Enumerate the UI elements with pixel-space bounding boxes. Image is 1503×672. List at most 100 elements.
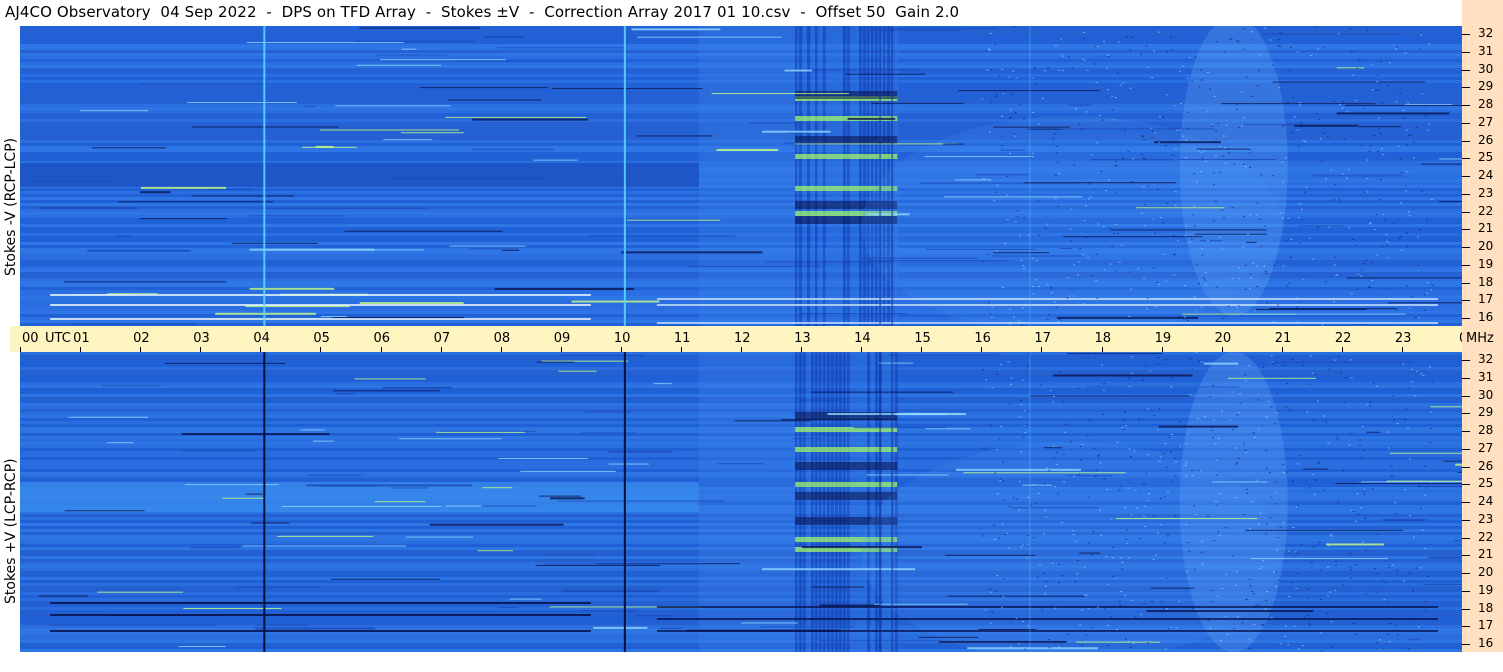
noise-speckle (1160, 601, 1163, 603)
noise-speckle (1109, 263, 1112, 265)
noise-speckle (1333, 199, 1336, 201)
noise-speckle (1103, 383, 1106, 385)
noise-speckle (1429, 411, 1432, 413)
noise-speckle (1292, 97, 1295, 99)
noise-speckle (1420, 34, 1423, 36)
noise-speckle (1141, 154, 1144, 156)
rfi-streak (887, 354, 999, 356)
noise-speckle (1330, 621, 1333, 623)
noise-speckle (1248, 578, 1251, 580)
noise-speckle (1349, 569, 1352, 571)
noise-speckle (1050, 286, 1053, 288)
noise-speckle (1354, 520, 1357, 522)
noise-speckle (1156, 188, 1159, 190)
noise-speckle (993, 524, 996, 526)
mhz-tick-mark (1462, 34, 1470, 35)
rfi-streak (39, 207, 138, 210)
noise-speckle (1215, 501, 1218, 503)
noise-speckle (1237, 305, 1240, 307)
noise-speckle (1421, 529, 1424, 531)
noise-speckle (1143, 602, 1146, 604)
noise-speckle (1122, 428, 1125, 430)
noise-speckle (1279, 212, 1282, 214)
noise-speckle (1016, 216, 1019, 218)
noise-speckle (1290, 132, 1293, 134)
noise-speckle (1236, 104, 1239, 106)
noise-speckle (1079, 445, 1082, 447)
utc-tick-label: 06 (373, 331, 391, 346)
noise-speckle (1233, 628, 1236, 630)
utc-tick-mark (1161, 347, 1163, 352)
noise-speckle (1207, 619, 1210, 621)
utc-tick-mark (320, 347, 322, 352)
noise-speckle (1310, 355, 1313, 357)
noise-speckle (1403, 489, 1406, 491)
mhz-tick-label: 22 (1478, 203, 1494, 218)
noise-speckle (1315, 26, 1318, 28)
noise-speckle (1086, 69, 1089, 71)
noise-speckle (1186, 77, 1189, 79)
noise-speckle (1142, 157, 1145, 159)
noise-speckle (1362, 262, 1365, 264)
rfi-streak (234, 586, 319, 588)
noise-speckle (1328, 226, 1331, 228)
noise-speckle (1195, 181, 1198, 183)
noise-speckle (1021, 544, 1024, 546)
noise-speckle (1307, 615, 1310, 617)
noise-speckle (1404, 575, 1407, 577)
rfi-streak (178, 646, 226, 648)
rfi-streak (1254, 308, 1367, 310)
noise-speckle (1183, 285, 1186, 287)
noise-speckle (1242, 48, 1245, 50)
noise-speckle (1127, 557, 1130, 559)
rfi-streak (1418, 486, 1462, 488)
noise-speckle (1002, 286, 1005, 288)
noise-speckle (1039, 564, 1042, 566)
noise-speckle (1320, 598, 1323, 600)
utc-tick-mark (861, 347, 863, 352)
noise-speckle (1115, 165, 1118, 167)
noise-speckle (1334, 565, 1337, 567)
rfi-streak (1146, 610, 1314, 613)
noise-speckle (1317, 48, 1320, 50)
noise-speckle (1115, 628, 1118, 630)
mhz-tick-label: 18 (1478, 600, 1494, 615)
noise-speckle (1224, 162, 1227, 164)
noise-speckle (1170, 386, 1173, 388)
noise-speckle (1387, 447, 1390, 449)
utc-tick-mark (200, 347, 202, 352)
noise-speckle (1001, 68, 1004, 70)
noise-speckle (1391, 223, 1394, 225)
noise-speckle (1196, 418, 1199, 420)
noise-speckle (1338, 355, 1341, 357)
noise-speckle (1186, 542, 1189, 544)
noise-speckle (1137, 268, 1140, 270)
noise-speckle (1164, 648, 1167, 650)
noise-speckle (1073, 264, 1076, 266)
mhz-tick-mark (1462, 573, 1470, 574)
rfi-streak (812, 586, 865, 588)
noise-speckle (1223, 51, 1226, 53)
noise-speckle (1035, 83, 1038, 85)
noise-speckle (1236, 40, 1239, 42)
rfi-streak (359, 302, 464, 305)
noise-speckle (1296, 51, 1299, 53)
noise-speckle (1286, 285, 1289, 287)
mhz-tick-mark (1462, 537, 1470, 539)
noise-speckle (1048, 647, 1051, 649)
rfi-streak (954, 179, 992, 181)
noise-speckle (1001, 480, 1004, 482)
noise-speckle (1136, 507, 1139, 509)
noise-speckle (1213, 95, 1216, 97)
noise-speckle (1275, 571, 1278, 573)
noise-speckle (1082, 31, 1085, 33)
noise-speckle (1191, 608, 1194, 610)
rfi-streak (1250, 558, 1389, 560)
long-streak (656, 606, 1438, 608)
noise-speckle (1424, 601, 1427, 603)
noise-speckle (1256, 85, 1259, 87)
rfi-streak (802, 546, 922, 549)
noise-speckle (984, 609, 987, 611)
rfi-streak (536, 361, 575, 363)
rfi-streak (222, 497, 267, 499)
